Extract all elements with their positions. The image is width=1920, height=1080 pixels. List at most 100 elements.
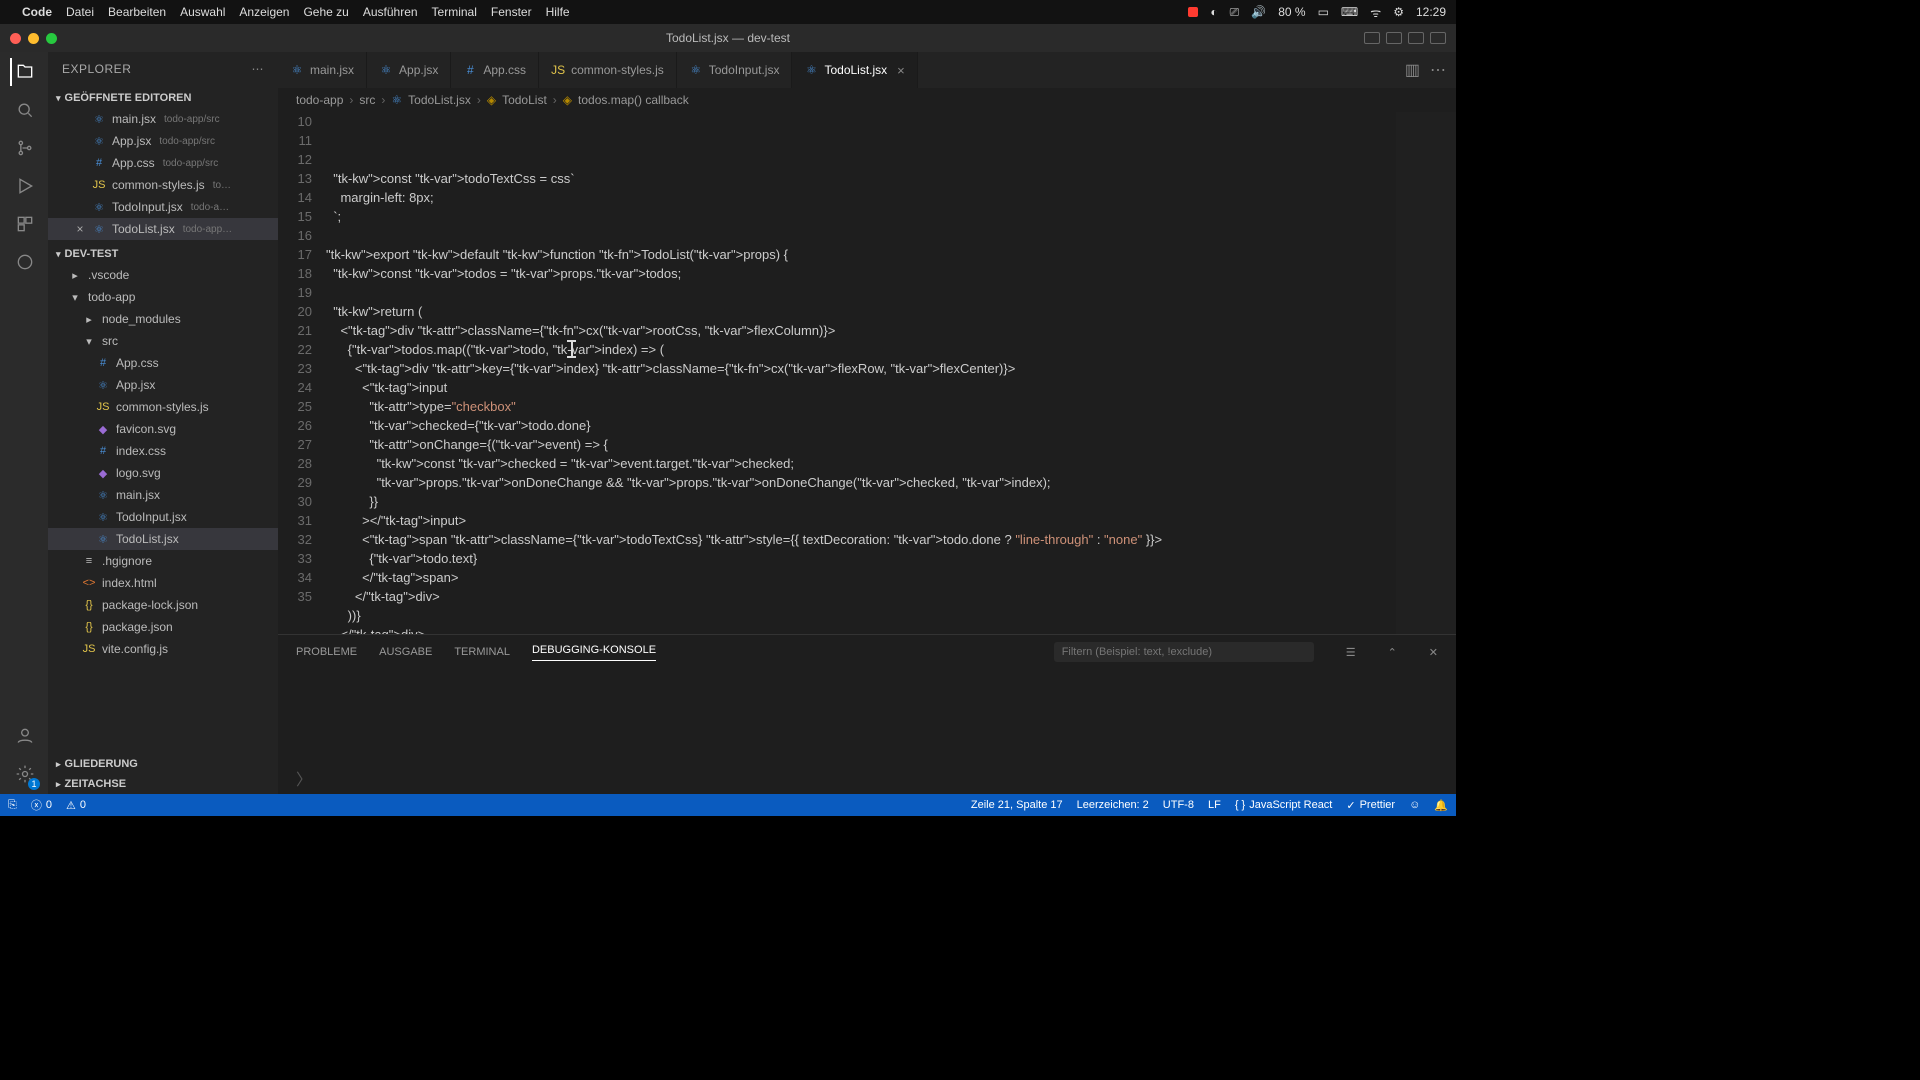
tree-file[interactable]: ⚛App.jsx xyxy=(48,374,278,396)
tree-file[interactable]: JScommon-styles.js xyxy=(48,396,278,418)
explorer-icon[interactable] xyxy=(10,58,38,86)
tree-file[interactable]: #index.css xyxy=(48,440,278,462)
tree-file[interactable]: <>index.html xyxy=(48,572,278,594)
editor-tab[interactable]: JScommon-styles.js xyxy=(539,52,677,88)
open-editor-item[interactable]: ×⚛TodoList.jsxtodo-app… xyxy=(48,218,278,240)
editor-tab[interactable]: ⚛main.jsx xyxy=(278,52,367,88)
open-editors-header[interactable]: ▾GEÖFFNETE EDITOREN xyxy=(48,88,278,108)
open-editor-item[interactable]: JScommon-styles.jsto… xyxy=(48,174,278,196)
tree-file[interactable]: {}package.json xyxy=(48,616,278,638)
tree-folder[interactable]: ▾src xyxy=(48,330,278,352)
run-debug-icon[interactable] xyxy=(10,172,38,200)
editor-tab[interactable]: ⚛App.jsx xyxy=(367,52,451,88)
filter-icon[interactable]: ☰ xyxy=(1346,646,1356,659)
status-eol[interactable]: LF xyxy=(1208,799,1221,811)
zoom-window-button[interactable] xyxy=(46,33,57,44)
status-language[interactable]: { } JavaScript React xyxy=(1235,799,1333,811)
recording-icon xyxy=(1188,7,1198,17)
outline-header[interactable]: ▸GLIEDERUNG xyxy=(48,754,278,774)
status-indent[interactable]: Leerzeichen: 2 xyxy=(1077,799,1149,811)
panel-tab-problems[interactable]: PROBLEME xyxy=(296,646,357,658)
panel-tab-output[interactable]: AUSGABE xyxy=(379,646,432,658)
search-icon[interactable] xyxy=(10,96,38,124)
source-control-icon[interactable] xyxy=(10,134,38,162)
tree-file[interactable]: ⚛TodoInput.jsx xyxy=(48,506,278,528)
chevron-up-icon[interactable]: ⌃ xyxy=(1388,646,1397,659)
remote-indicator[interactable]: ⎘ xyxy=(8,799,17,812)
open-editor-item[interactable]: ⚛App.jsxtodo-app/src xyxy=(48,130,278,152)
close-window-button[interactable] xyxy=(10,33,21,44)
status-position[interactable]: Zeile 21, Spalte 17 xyxy=(971,799,1063,811)
clock[interactable]: 12:29 xyxy=(1416,5,1446,19)
account-icon[interactable] xyxy=(10,722,38,750)
status-errors[interactable]: ⓧ 0 xyxy=(31,797,52,813)
minimap[interactable] xyxy=(1396,112,1456,634)
open-editor-item[interactable]: ⚛main.jsxtodo-app/src xyxy=(48,108,278,130)
tree-file[interactable]: ◆logo.svg xyxy=(48,462,278,484)
battery-icon: ▭ xyxy=(1318,5,1329,19)
split-editor-icon[interactable]: ▥ xyxy=(1405,60,1420,80)
tree-folder[interactable]: ▸node_modules xyxy=(48,308,278,330)
tray-icon[interactable]: ⎚ xyxy=(1230,5,1240,20)
menu-item[interactable]: Hilfe xyxy=(546,5,570,19)
project-header[interactable]: ▾DEV-TEST xyxy=(48,244,278,264)
tree-file[interactable]: ≡.hgignore xyxy=(48,550,278,572)
close-icon[interactable]: × xyxy=(74,222,86,236)
layout-icon[interactable] xyxy=(1408,32,1424,44)
minimize-window-button[interactable] xyxy=(28,33,39,44)
editor-tab[interactable]: ⚛TodoInput.jsx xyxy=(677,52,793,88)
layout-icon[interactable] xyxy=(1386,32,1402,44)
more-icon[interactable]: ⋯ xyxy=(1430,60,1446,80)
sidebar-title: EXPLORER xyxy=(62,62,131,76)
wifi-icon[interactable]: ᯤ xyxy=(1370,4,1381,21)
menu-item[interactable]: Bearbeiten xyxy=(108,5,166,19)
bell-icon[interactable]: 🔔 xyxy=(1434,799,1448,812)
tree-file[interactable]: ⚛TodoList.jsx xyxy=(48,528,278,550)
layout-icon[interactable] xyxy=(1364,32,1380,44)
layout-icon[interactable] xyxy=(1430,32,1446,44)
panel-tab-terminal[interactable]: TERMINAL xyxy=(454,646,510,658)
menu-item[interactable]: Anzeigen xyxy=(239,5,289,19)
panel-filter-input[interactable] xyxy=(1054,642,1314,662)
menu-app[interactable]: Code xyxy=(22,5,52,19)
more-icon[interactable]: ⋯ xyxy=(252,62,265,76)
menu-item[interactable]: Gehe zu xyxy=(303,5,348,19)
battery-percent: 80 % xyxy=(1278,5,1305,19)
menu-item[interactable]: Fenster xyxy=(491,5,532,19)
remote-icon[interactable] xyxy=(10,248,38,276)
control-center-icon[interactable]: ⚙ xyxy=(1393,5,1404,19)
breadcrumb[interactable]: todo-app› src› ⚛TodoList.jsx› ◈TodoList›… xyxy=(278,88,1456,112)
tree-folder[interactable]: ▸.vscode xyxy=(48,264,278,286)
editor-tab[interactable]: ⚛TodoList.jsx× xyxy=(792,52,917,88)
status-warnings[interactable]: ⚠ 0 xyxy=(66,799,86,812)
tree-file[interactable]: JSvite.config.js xyxy=(48,638,278,660)
menu-item[interactable]: Auswahl xyxy=(180,5,225,19)
extensions-icon[interactable] xyxy=(10,210,38,238)
tree-file[interactable]: ⚛main.jsx xyxy=(48,484,278,506)
status-encoding[interactable]: UTF-8 xyxy=(1163,799,1194,811)
timeline-header[interactable]: ▸ZEITACHSE xyxy=(48,774,278,794)
close-icon[interactable]: × xyxy=(897,63,905,78)
tray-icon[interactable]: ◐ xyxy=(1210,5,1217,19)
open-editor-item[interactable]: ⚛TodoInput.jsxtodo-a… xyxy=(48,196,278,218)
volume-icon[interactable]: 🔊 xyxy=(1251,5,1266,19)
menu-item[interactable]: Datei xyxy=(66,5,94,19)
feedback-icon[interactable]: ☺ xyxy=(1409,799,1420,811)
window-titlebar: TodoList.jsx — dev-test xyxy=(0,24,1456,52)
keyboard-icon[interactable]: ⌨ xyxy=(1341,5,1358,19)
menu-item[interactable]: Ausführen xyxy=(363,5,418,19)
status-prettier[interactable]: ✓ Prettier xyxy=(1346,799,1395,812)
panel-tab-debug-console[interactable]: DEBUGGING-KONSOLE xyxy=(532,644,656,661)
tree-file[interactable]: #App.css xyxy=(48,352,278,374)
sidebar: EXPLORER ⋯ ▾GEÖFFNETE EDITOREN ⚛main.jsx… xyxy=(48,52,278,794)
mac-menubar: Code Datei Bearbeiten Auswahl Anzeigen G… xyxy=(0,0,1456,24)
editor-tab[interactable]: #App.css xyxy=(451,52,539,88)
close-icon[interactable]: ✕ xyxy=(1429,646,1438,659)
tree-file[interactable]: {}package-lock.json xyxy=(48,594,278,616)
settings-icon[interactable] xyxy=(10,760,38,788)
menu-item[interactable]: Terminal xyxy=(432,5,477,19)
open-editor-item[interactable]: #App.csstodo-app/src xyxy=(48,152,278,174)
code-editor[interactable]: 1011121314151617181920212223242526272829… xyxy=(278,112,1456,634)
tree-file[interactable]: ◆favicon.svg xyxy=(48,418,278,440)
tree-folder[interactable]: ▾todo-app xyxy=(48,286,278,308)
